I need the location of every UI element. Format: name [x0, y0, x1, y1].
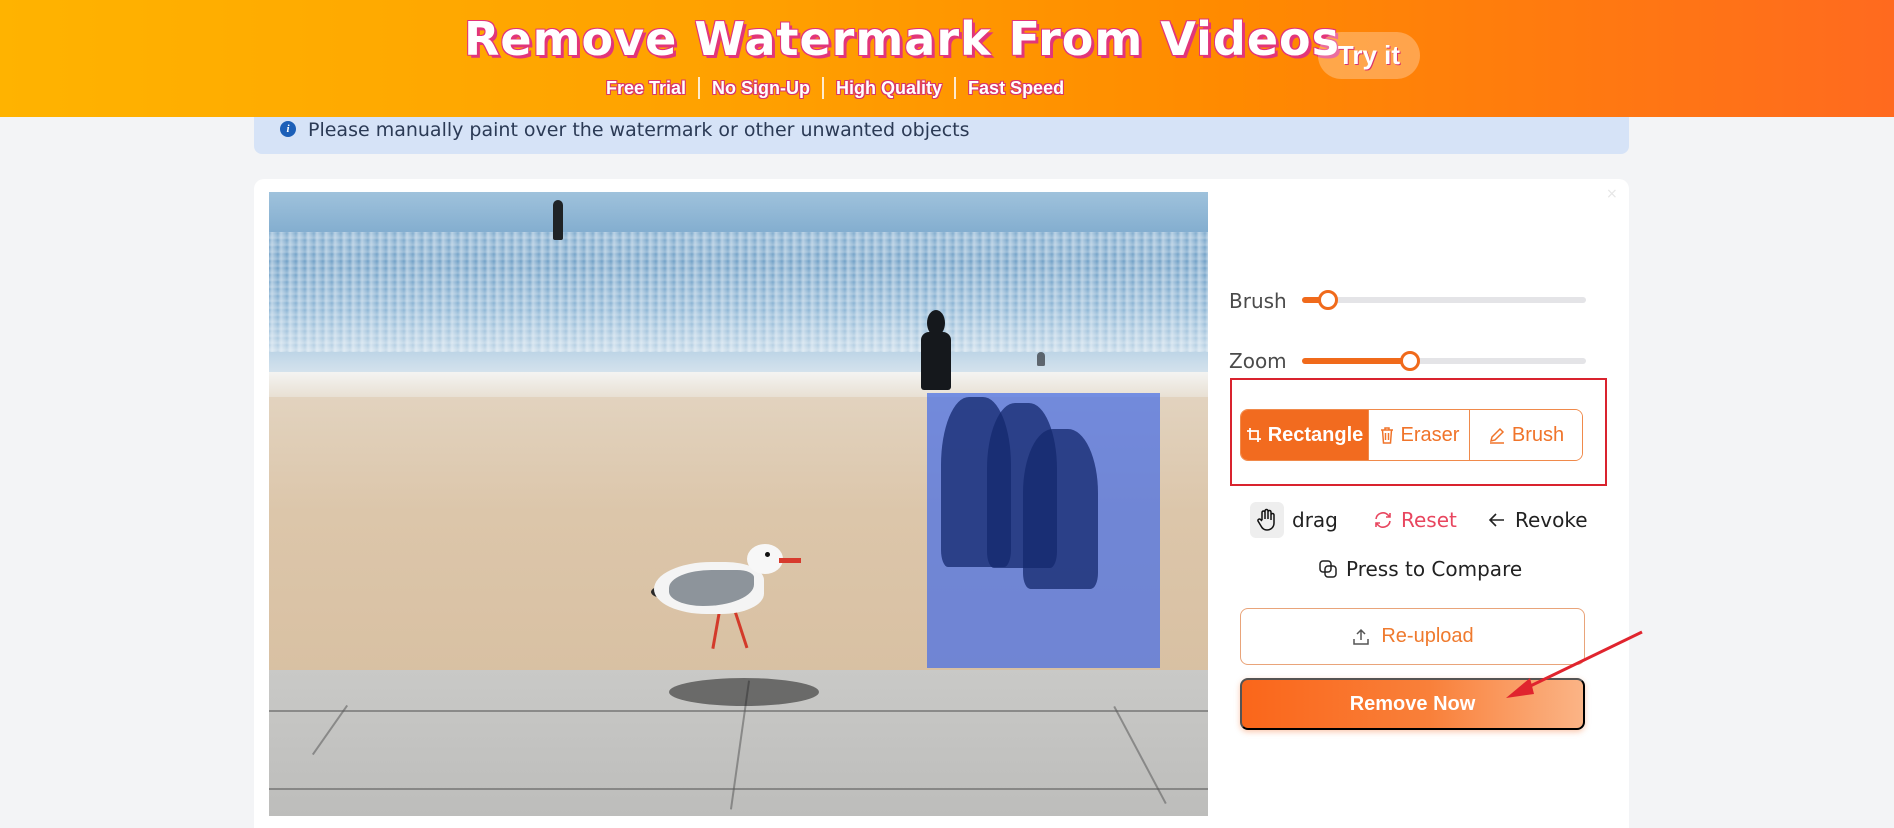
feature-item: No Sign-Up: [712, 77, 811, 98]
upload-icon: [1353, 628, 1370, 645]
rectangle-tool-label: Rectangle: [1267, 423, 1364, 446]
zoom-thumb[interactable]: [1399, 351, 1420, 371]
reset-label: Reset: [1401, 508, 1457, 532]
eraser-tool-label: Eraser: [1400, 423, 1460, 446]
crop-icon: [1246, 428, 1261, 442]
gull-eye: [765, 552, 770, 557]
zoom-slider[interactable]: [1302, 351, 1586, 371]
arrow-left-icon: [1488, 513, 1504, 527]
close-icon[interactable]: ×: [1606, 186, 1618, 202]
brush-size-label: Brush: [1229, 289, 1287, 313]
annotation-arrow: [1506, 630, 1643, 698]
distant-person: [1037, 352, 1045, 366]
rectangle-selection[interactable]: [927, 393, 1160, 668]
feature-list: Free Trial No Sign-Up High Quality Fast …: [594, 77, 1076, 99]
brush-tool-button[interactable]: Brush: [1469, 410, 1582, 460]
hand-icon: [1250, 502, 1284, 538]
try-it-button[interactable]: Try it: [1318, 32, 1420, 79]
eraser-tool-button[interactable]: Eraser: [1368, 410, 1469, 460]
brush-tool-label: Brush: [1511, 423, 1565, 446]
compare-button[interactable]: Press to Compare: [1318, 557, 1522, 581]
zoom-fill: [1302, 358, 1410, 364]
zoom-label: Zoom: [1229, 349, 1287, 373]
person-silhouette: [921, 332, 951, 390]
gull-shadow: [669, 678, 819, 706]
pavement-joint: [269, 710, 1208, 712]
tool-selector: Rectangle Eraser Brush: [1240, 409, 1583, 461]
feature-item: Free Trial: [606, 77, 687, 98]
feature-item: Fast Speed: [968, 77, 1065, 98]
reupload-label: Re-upload: [1381, 625, 1474, 647]
revoke-label: Revoke: [1515, 508, 1588, 532]
image-canvas[interactable]: [269, 192, 1208, 816]
pavement-joint: [269, 788, 1208, 790]
gull-beak: [779, 558, 801, 563]
brush-size-slider[interactable]: [1302, 290, 1586, 310]
gull-head: [747, 544, 783, 574]
banner-title: Remove Watermark From Videos: [464, 12, 1341, 66]
brush-size-thumb[interactable]: [1317, 290, 1338, 310]
info-icon: i: [280, 121, 296, 137]
instruction-bar: i Please manually paint over the waterma…: [254, 117, 1629, 154]
pavement-joint: [311, 704, 349, 756]
reset-button[interactable]: Reset: [1373, 508, 1457, 532]
refresh-icon: [1375, 512, 1391, 528]
trash-icon: [1380, 427, 1393, 444]
compare-label: Press to Compare: [1346, 557, 1523, 581]
revoke-button[interactable]: Revoke: [1487, 508, 1588, 532]
drag-label: drag: [1292, 508, 1338, 532]
compare-icon: [1319, 560, 1337, 578]
feature-item: High Quality: [836, 77, 943, 98]
drag-button[interactable]: drag: [1250, 502, 1338, 538]
masked-person: [1023, 429, 1098, 589]
buoy: [553, 200, 563, 240]
water-sparkle: [269, 232, 1208, 352]
promo-banner: Remove Watermark From Videos Free Trial …: [0, 0, 1894, 117]
instruction-text: Please manually paint over the watermark…: [308, 119, 970, 141]
remove-now-label: Remove Now: [1349, 692, 1476, 715]
rectangle-tool-button[interactable]: Rectangle: [1241, 410, 1368, 460]
pencil-icon: [1489, 427, 1504, 444]
